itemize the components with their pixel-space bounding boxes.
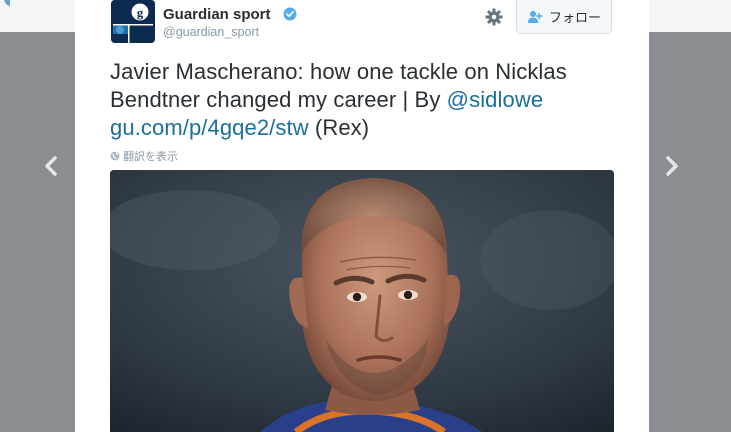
verified-badge-icon: [283, 7, 297, 21]
user-handle[interactable]: @guardian_sport: [163, 25, 259, 39]
gear-icon[interactable]: [485, 8, 503, 26]
corner-avatar-fragment: [0, 0, 10, 6]
globe-icon: [110, 151, 120, 161]
chevron-left-icon: [45, 156, 57, 176]
svg-text:g: g: [137, 5, 144, 20]
follow-button[interactable]: フォロー: [516, 0, 612, 34]
add-user-icon: [527, 10, 543, 23]
next-tweet-button[interactable]: [661, 152, 681, 180]
guardian-logo: g: [111, 0, 155, 43]
tweet-credit: (Rex): [308, 115, 370, 140]
tweet-photo[interactable]: [110, 170, 614, 432]
player-photo: [110, 170, 614, 432]
tweet-modal: g Guardian sport @guardian_sport フォロー Ja…: [75, 0, 649, 432]
tweet-text: Javier Mascherano: how one tackle on Nic…: [110, 58, 630, 142]
url-link[interactable]: gu.com/p/4gqe2/stw: [110, 115, 309, 140]
follow-label: フォロー: [548, 10, 601, 25]
translate-link[interactable]: 翻訳を表示: [110, 148, 178, 164]
user-name[interactable]: Guardian sport: [163, 6, 271, 23]
chevron-right-icon: [666, 156, 678, 176]
avatar[interactable]: g: [111, 0, 155, 43]
translate-label: 翻訳を表示: [123, 151, 178, 163]
mention-link[interactable]: @sidlowe: [447, 87, 544, 112]
previous-tweet-button[interactable]: [42, 152, 62, 180]
